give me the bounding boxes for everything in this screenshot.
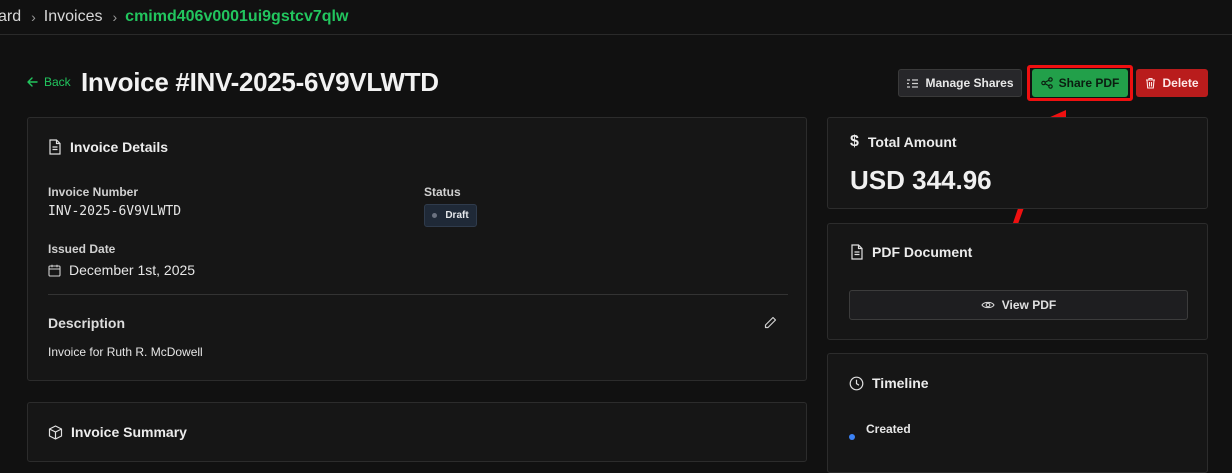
- invoice-details-heading: Invoice Details: [48, 139, 168, 155]
- divider: [48, 294, 788, 295]
- invoice-details-card: Invoice Details Invoice Number INV-2025-…: [27, 117, 807, 381]
- status-badge: Draft: [424, 204, 477, 227]
- timeline-dot: [849, 434, 855, 440]
- total-amount-value: USD 344.96: [850, 165, 992, 195]
- issued-date-label: Issued Date: [48, 242, 116, 256]
- file-text-icon: [49, 139, 61, 155]
- description-value: Invoice for Ruth R. McDowell: [48, 345, 203, 359]
- issued-date-value: December 1st, 2025: [69, 262, 196, 278]
- calendar-icon: [48, 264, 61, 277]
- status-label: Status: [424, 185, 461, 199]
- pdf-document-title: PDF Document: [872, 244, 973, 260]
- total-amount-heading: $ Total Amount: [850, 133, 957, 151]
- clock-icon: [849, 376, 864, 390]
- invoice-details-title: Invoice Details: [70, 139, 169, 155]
- invoice-number-value: INV-2025-6V9VLWTD: [48, 204, 182, 219]
- pdf-document-heading: PDF Document: [850, 244, 972, 260]
- file-text-icon: [851, 244, 863, 260]
- issued-date-value-row: December 1st, 2025: [48, 262, 195, 278]
- invoice-summary-card: Invoice Summary: [27, 402, 807, 462]
- view-pdf-label: View PDF: [1001, 298, 1057, 312]
- dollar-icon: $: [850, 133, 859, 150]
- total-amount-title: Total Amount: [867, 134, 957, 150]
- timeline-title: Timeline: [872, 375, 929, 391]
- status-value: Draft: [445, 210, 469, 221]
- pdf-document-card: PDF Document View PDF: [827, 223, 1208, 340]
- timeline-event-label: Created: [866, 422, 911, 436]
- invoice-summary-heading: Invoice Summary: [48, 424, 187, 440]
- invoice-summary-title: Invoice Summary: [71, 424, 187, 440]
- status-dot: [432, 213, 438, 218]
- invoice-number-label: Invoice Number: [48, 185, 139, 199]
- total-amount-card: $ Total Amount USD 344.96: [827, 117, 1208, 209]
- timeline-card: Timeline Created: [827, 353, 1208, 473]
- package-icon: [48, 424, 63, 440]
- view-pdf-button[interactable]: View PDF: [849, 290, 1188, 320]
- eye-icon: [981, 301, 995, 309]
- description-label: Description: [48, 315, 126, 331]
- pencil-icon[interactable]: [764, 316, 777, 329]
- timeline-heading: Timeline: [849, 375, 929, 391]
